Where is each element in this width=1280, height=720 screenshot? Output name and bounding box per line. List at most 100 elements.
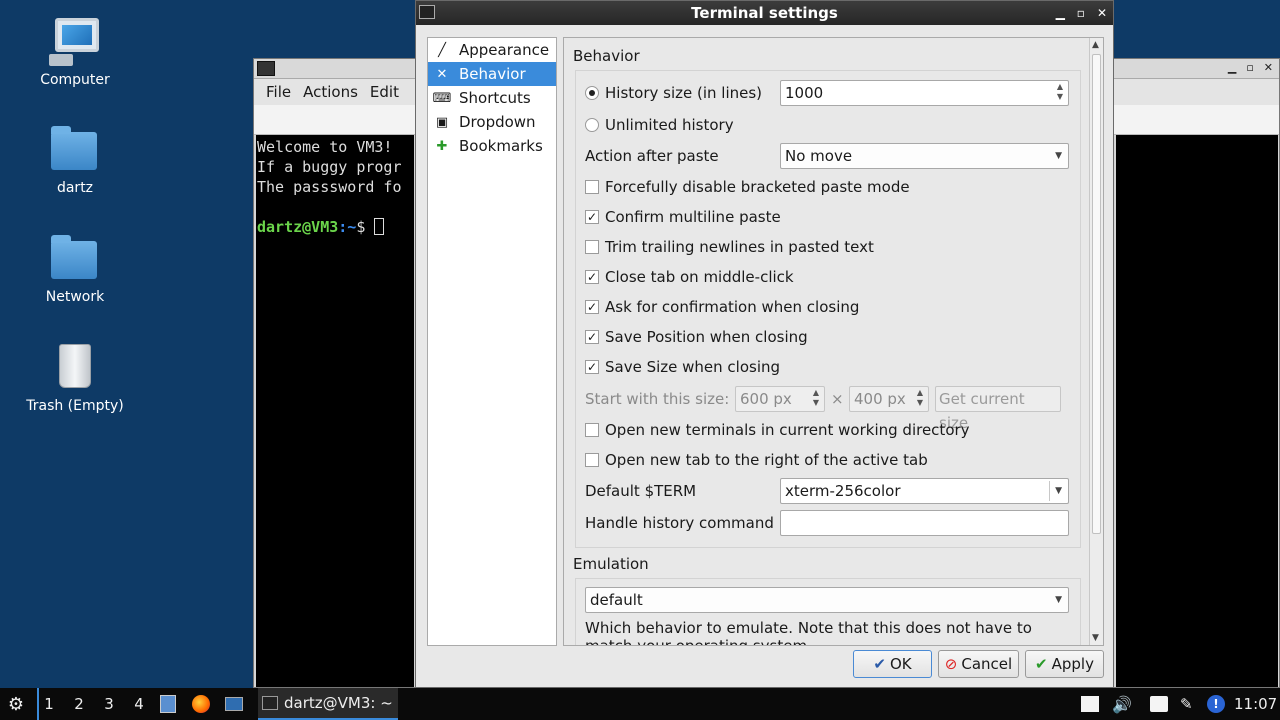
spinner-arrows[interactable]: ▲ ▼ [1054,82,1066,104]
taskbar-task-terminal[interactable]: dartz@VM3: ~ [258,688,398,720]
desktop-icon[interactable] [225,688,245,720]
nav-item-appearance[interactable]: ╱ Appearance [428,38,556,62]
checkbox-open-right[interactable]: Open new tab to the right of the active … [585,451,928,469]
apply-label: Apply [1051,655,1094,673]
settings-content: Behavior History size (in lines) 1000 ▲ ▼… [563,37,1104,646]
handle-history-input[interactable] [780,510,1069,536]
history-size-radio[interactable]: History size (in lines) [585,84,762,102]
emulation-description-line: match your operating system. [585,637,812,646]
desktop-icon-trash[interactable]: Trash (Empty) [20,344,130,414]
checkbox[interactable]: ✓ [585,210,599,224]
start-height-input[interactable]: 400 px ▲ ▼ [849,386,929,412]
start-width-value: 600 px [740,390,792,408]
unlimited-history-radio[interactable]: Unlimited history [585,116,734,134]
checkbox-open-cwd[interactable]: Open new terminals in current working di… [585,421,970,439]
menu-edit[interactable]: Edit [364,79,405,105]
workspace-4[interactable]: 4 [128,688,150,720]
start-width-input[interactable]: 600 px ▲ ▼ [735,386,825,412]
nav-item-bookmarks[interactable]: ✚ Bookmarks [428,134,556,158]
close-icon[interactable]: ✕ [1097,1,1107,25]
scroll-down-icon[interactable]: ▼ [1092,633,1099,643]
checkbox[interactable]: ✓ [585,270,599,284]
radio-button[interactable] [585,118,599,132]
checkbox[interactable]: ✓ [585,300,599,314]
emulation-section-title: Emulation [573,555,649,573]
workspace-3[interactable]: 3 [98,688,120,720]
checkbox-label: Open new tab to the right of the active … [605,451,928,469]
checkbox-close-middle-click[interactable]: ✓ Close tab on middle-click [585,268,794,286]
close-icon[interactable]: ✕ [1264,61,1273,74]
radio-button[interactable] [585,86,599,100]
apply-button[interactable]: ✔ Apply [1025,650,1104,678]
checkbox[interactable] [585,423,599,437]
workspace-1[interactable]: 1 [37,688,59,720]
terminal-output[interactable]: Welcome to VM3! If a buggy progr The passs… [256,135,414,687]
spinner-arrows[interactable]: ▲ ▼ [914,388,926,410]
chevron-down-icon[interactable]: ▼ [1055,479,1062,503]
cancel-button[interactable]: ⊘ Cancel [938,650,1019,678]
menu-file[interactable]: File [260,79,297,105]
start-height-value: 400 px [854,390,906,408]
get-current-size-button[interactable]: Get current size [935,386,1061,432]
terminal-icon [257,61,275,76]
checkbox-save-position[interactable]: ✓ Save Position when closing [585,328,808,346]
checkbox-bracketed-paste[interactable]: Forcefully disable bracketed paste mode [585,178,910,196]
notes-icon[interactable] [1150,696,1168,712]
minimize-icon[interactable]: ▁ [1056,1,1065,25]
desktop-icon-network[interactable]: Network [20,235,130,305]
network-tool-icon[interactable]: ✎ [1180,688,1200,720]
handle-history-label-row: Handle history command [585,514,774,532]
terminal-settings-dialog[interactable]: Terminal settings ▁ ▫ ✕ ╱ Appearance ✕ B… [415,0,1114,688]
nav-item-behavior[interactable]: ✕ Behavior [428,62,556,86]
scroll-up-icon[interactable]: ▲ [1092,40,1099,50]
checkbox[interactable]: ✓ [585,330,599,344]
dialog-title: Terminal settings [691,4,838,22]
emulation-select[interactable]: default ▼ [585,587,1069,613]
maximize-icon[interactable]: ▫ [1077,1,1085,25]
nav-label: Dropdown [459,113,536,131]
terminal-output-right[interactable] [1116,135,1278,687]
spinner-arrows[interactable]: ▲ ▼ [810,388,822,410]
checkbox-trim-newlines[interactable]: Trim trailing newlines in pasted text [585,238,874,256]
menu-actions[interactable]: Actions [297,79,364,105]
start-menu-icon[interactable]: ⚙ [4,688,28,720]
home-folder-icon [49,126,101,174]
action-after-paste-select[interactable]: No move ▼ [780,143,1069,169]
clipboard-icon[interactable] [1081,696,1099,712]
desktop-icon-computer[interactable]: Computer [20,18,130,88]
scrollbar-thumb[interactable] [1092,54,1101,534]
checkbox[interactable] [585,240,599,254]
file-manager-icon[interactable] [160,688,178,720]
workspace-2[interactable]: 2 [68,688,90,720]
appearance-icon: ╱ [438,42,446,58]
history-size-input[interactable]: 1000 ▲ ▼ [780,80,1069,106]
checkbox-ask-confirmation[interactable]: ✓ Ask for confirmation when closing [585,298,859,316]
ok-button[interactable]: ✔ OK [853,650,932,678]
nav-item-shortcuts[interactable]: ⌨ Shortcuts [428,86,556,110]
terminal-line: Welcome to VM3! [257,138,393,156]
firefox-icon[interactable] [192,688,212,720]
checkbox-save-size[interactable]: ✓ Save Size when closing [585,358,780,376]
minimize-icon[interactable]: ▁ [1228,61,1236,74]
alert-icon[interactable]: ! [1207,688,1227,720]
checkbox-confirm-multiline[interactable]: ✓ Confirm multiline paste [585,208,781,226]
checkbox-label: Forcefully disable bracketed paste mode [605,178,910,196]
checkbox[interactable]: ✓ [585,360,599,374]
action-after-paste-label: Action after paste [585,147,719,165]
behavior-icon: ✕ [436,66,448,82]
bookmarks-icon: ✚ [436,138,448,154]
volume-icon[interactable]: 🔊 [1112,688,1132,720]
dialog-titlebar[interactable]: Terminal settings ▁ ▫ ✕ [416,1,1113,25]
nav-item-dropdown[interactable]: ▣ Dropdown [428,110,556,134]
default-term-combo[interactable]: xterm-256color ▼ [780,478,1069,504]
desktop-icon-label: Network [45,289,105,305]
clock[interactable]: 11:07 [1234,688,1278,720]
desktop-icon-label: Trash (Empty) [26,398,124,414]
desktop-icon-label: dartz [56,180,94,196]
checkbox[interactable] [585,180,599,194]
prompt-symbol: $ [356,218,366,236]
desktop-icon-home[interactable]: dartz [20,126,130,196]
maximize-icon[interactable]: ▫ [1246,61,1253,74]
vertical-scrollbar[interactable]: ▲ ▼ [1089,38,1103,645]
checkbox[interactable] [585,453,599,467]
